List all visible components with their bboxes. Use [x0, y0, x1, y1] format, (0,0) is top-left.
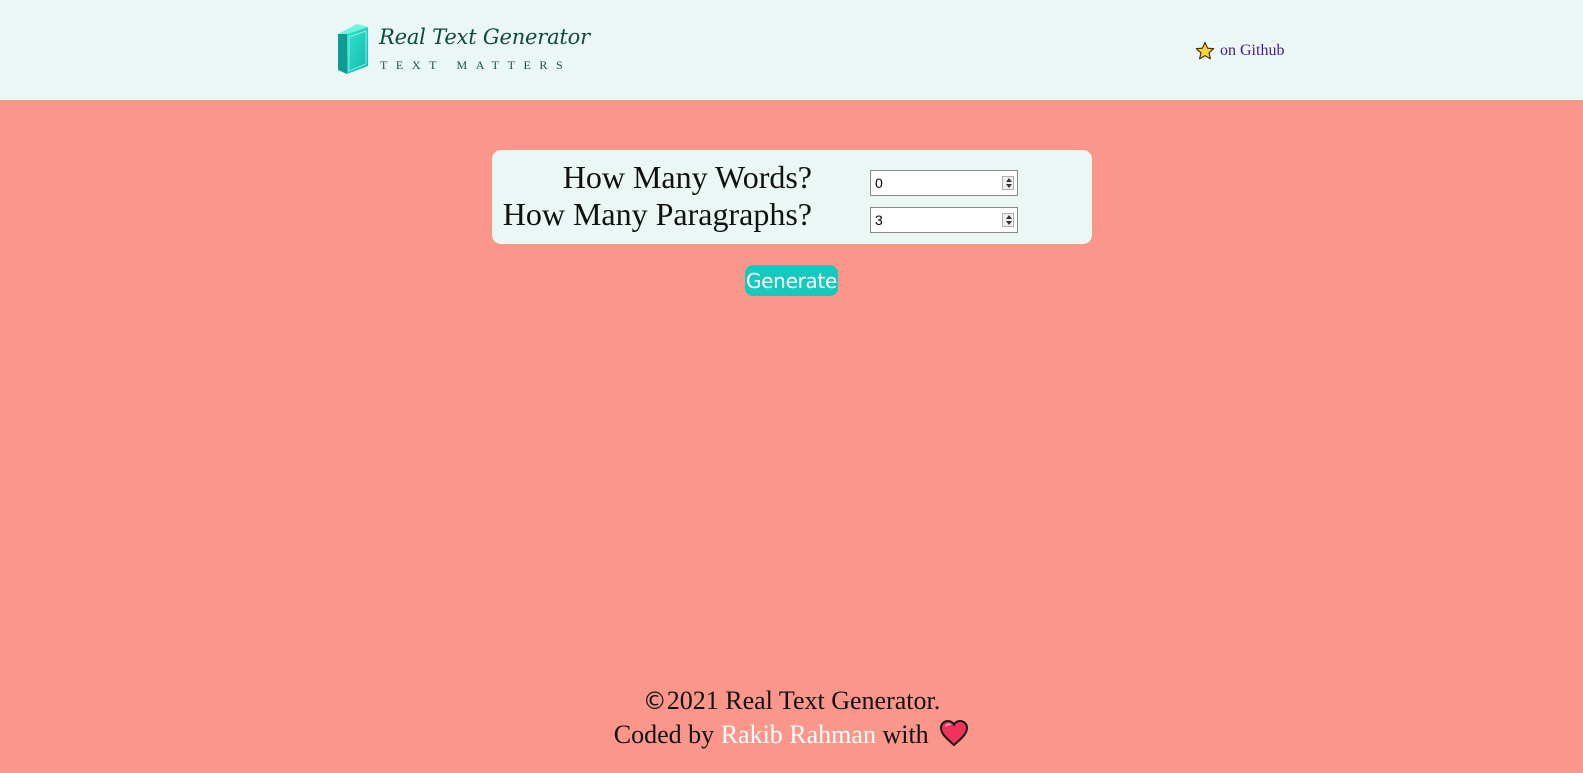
logo[interactable]: Real Text Generator TEXT MATTERS — [337, 24, 590, 76]
logo-title: Real Text Generator — [379, 25, 590, 49]
book-icon — [338, 24, 368, 74]
site-header: Real Text Generator TEXT MATTERS on Gith… — [0, 0, 1583, 100]
copyright-text: 2021 Real Text Generator. — [666, 686, 941, 715]
site-footer: ©2021 Real Text Generator. Coded by Raki… — [0, 684, 1583, 752]
copyright-line: ©2021 Real Text Generator. — [0, 684, 1583, 718]
credits-suffix: with — [882, 720, 929, 749]
paragraphs-input[interactable]: 3 — [870, 207, 1018, 233]
author-link[interactable]: Rakib Rahman — [721, 720, 876, 749]
credits-prefix: Coded by — [613, 720, 715, 749]
options-form: How Many Words? 0 How Many Paragraphs? 3 — [492, 150, 1092, 244]
paragraphs-stepper[interactable] — [1002, 213, 1014, 227]
heart-icon — [940, 719, 969, 747]
github-link-label: on Github — [1220, 42, 1285, 59]
words-input[interactable]: 0 — [870, 170, 1018, 196]
github-link[interactable]: on Github — [1195, 40, 1284, 62]
words-label: How Many Words? — [562, 159, 812, 195]
generate-button[interactable]: Generate — [745, 265, 838, 296]
paragraphs-label: How Many Paragraphs? — [502, 196, 812, 232]
words-stepper[interactable] — [1002, 176, 1014, 190]
words-input-value: 0 — [875, 175, 883, 191]
credits-line: Coded by Rakib Rahman with — [0, 718, 1583, 752]
star-icon — [1195, 41, 1215, 60]
paragraphs-input-value: 3 — [875, 212, 883, 228]
copyright-icon: © — [642, 687, 667, 715]
logo-tagline: TEXT MATTERS — [380, 58, 572, 72]
